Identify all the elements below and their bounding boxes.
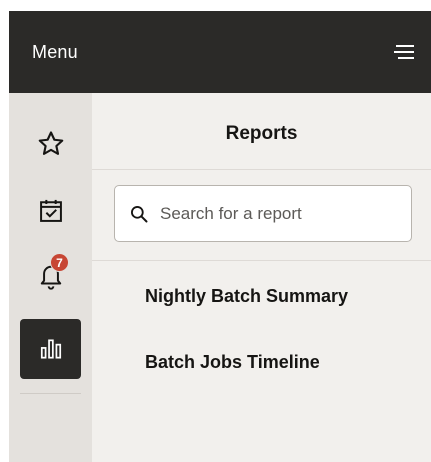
top-bar: Menu <box>9 11 431 93</box>
rail-divider <box>20 393 81 394</box>
hamburger-icon <box>394 45 414 59</box>
navigation-rail: 7 <box>9 93 92 462</box>
report-search-input[interactable] <box>158 202 402 225</box>
report-item-nightly-batch-summary[interactable]: Nightly Batch Summary <box>145 286 348 307</box>
panel-title: Reports <box>225 123 298 144</box>
search-icon <box>131 205 148 222</box>
report-item-batch-jobs-timeline[interactable]: Batch Jobs Timeline <box>145 352 320 373</box>
tasks-button[interactable] <box>20 181 81 241</box>
reports-button[interactable] <box>20 319 81 379</box>
search-divider <box>92 260 431 261</box>
reports-panel: Reports Nightly Batch Summary Batch Jobs… <box>92 93 431 462</box>
bar-chart-icon <box>40 339 61 359</box>
hamburger-menu-button[interactable] <box>389 37 419 67</box>
report-search-box[interactable] <box>114 185 412 242</box>
star-icon <box>38 131 63 155</box>
title-divider <box>92 169 431 170</box>
notification-count-badge: 7 <box>50 253 69 272</box>
menu-title: Menu <box>32 41 78 62</box>
content-area: 7 Reports Nightl <box>9 93 431 462</box>
calendar-check-icon <box>39 199 62 222</box>
app-frame: Menu 7 Reports Search for a report Night… <box>0 0 431 462</box>
notifications-button[interactable]: 7 <box>20 246 81 306</box>
favorites-button[interactable] <box>20 114 81 174</box>
